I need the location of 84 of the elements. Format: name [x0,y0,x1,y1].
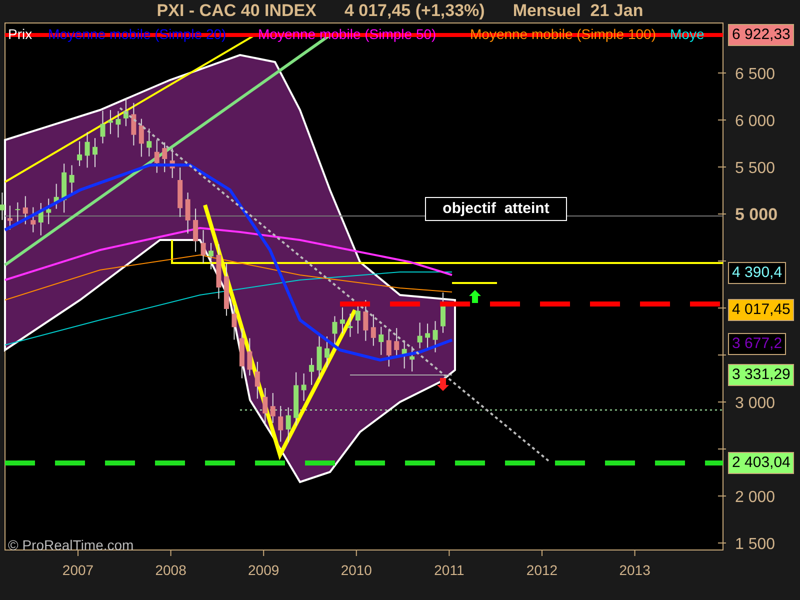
candlestick [185,192,190,234]
y-axis-label: 5 000 [735,205,778,224]
candlestick [100,110,106,144]
candlestick [239,328,244,379]
candlestick [262,388,268,426]
credit-text: © ProRealTime.com [8,537,134,553]
candlestick [131,102,136,146]
candlestick [324,336,330,368]
x-axis-label: 2008 [155,562,186,578]
candlestick [62,163,67,214]
candlestick [294,372,299,426]
candlestick [30,206,36,233]
candlestick [417,322,422,349]
candlestick [254,361,260,400]
y-axis-label: 5 500 [735,160,776,177]
candlestick [410,346,415,372]
candlestick [146,128,152,157]
candlestick [370,314,376,346]
y-axis-label: 3 000 [735,395,776,412]
candlestick [77,140,82,167]
x-axis-label: 2009 [248,562,280,578]
instrument-title: PXI - CAC 40 INDEX [156,1,316,21]
x-axis-label: 2007 [62,562,94,578]
price-tag: 3 677,2 [728,333,786,355]
x-axis-label: 2013 [619,562,650,578]
y-axis-label: 1 500 [735,536,776,553]
candlestick [232,304,237,340]
candlestick [270,392,276,424]
down-arrow-icon [437,378,449,391]
candlestick [216,244,222,300]
x-axis-label: 2011 [434,562,464,578]
candlestick [363,300,368,342]
candlestick [178,167,183,218]
candlestick [123,98,128,127]
price-tag: 4 390,4 [728,262,786,284]
candlestick [386,329,392,368]
candlestick [7,205,12,230]
candlestick [22,196,28,225]
candlestick [54,183,59,210]
x-axis-label: 2012 [526,562,558,578]
candlestick [402,340,407,369]
candlestick [340,306,345,334]
candlestick [84,132,90,168]
candlestick [355,304,360,334]
y-axis-label: 6 500 [735,66,776,83]
candlestick [224,262,229,316]
candlestick [278,405,284,442]
quote-text: 4 017,45 (+1,33%) [344,1,485,21]
candlestick [425,323,430,350]
candlestick [0,192,5,220]
candlestick [193,208,198,252]
price-tag: 4 017,45 [728,299,794,321]
candlestick [348,313,353,338]
candlestick [432,320,438,353]
candlestick [394,328,400,358]
candlestick [154,139,160,174]
x-axis-label: 2010 [340,562,372,578]
price-tag: 6 922,33 [728,24,794,46]
candlestick [15,202,20,224]
candlestick [138,118,144,158]
y-axis-label: 2 000 [735,489,776,506]
y-axis-label: 6 000 [735,113,776,130]
candlestick [170,148,175,179]
candlestick [208,242,214,270]
candlestick [92,138,98,168]
candlestick [378,326,384,356]
candlestick [69,164,74,196]
price-tag: 3 331,29 [728,364,794,386]
candlestick [316,334,322,380]
candlestick [286,406,291,443]
price-tag: 2 403,04 [728,452,794,474]
target-line [452,282,497,284]
candlestick [162,142,168,173]
candlestick [200,230,206,264]
candlestick [38,202,44,236]
candlestick [46,198,52,225]
candlestick [116,110,121,138]
up-arrow-icon [469,290,481,303]
candlestick [247,338,252,376]
period-text: Mensuel 21 Jan [512,1,644,21]
annotation-label: objectif atteint [425,197,567,221]
candlestick [301,372,306,402]
candlestick [108,110,113,135]
candlestick [309,358,314,386]
